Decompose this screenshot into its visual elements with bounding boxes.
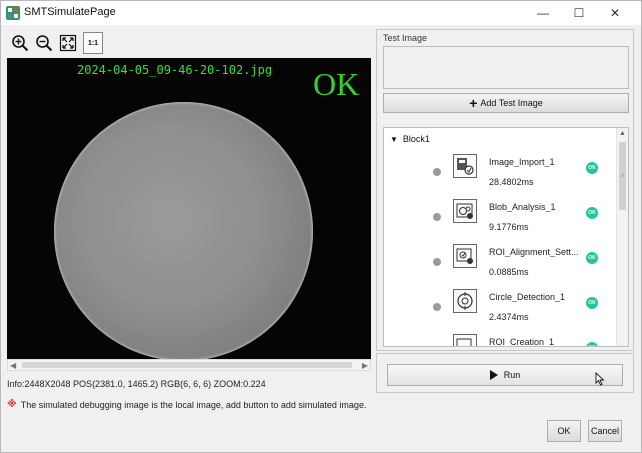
app-icon [6,6,20,20]
tool-row-roi-creation[interactable]: ROI_Creation_1 OK [384,330,616,347]
status-dot [433,258,441,266]
minimize-button[interactable]: — [525,1,561,25]
scroll-up-arrow-icon[interactable]: ▲ [619,130,626,137]
circle-detection-icon [453,289,477,313]
window-title: SMTSimulatePage [24,6,116,18]
maximize-button[interactable]: ☐ [561,1,597,25]
tool-row-circle-detection[interactable]: Circle_Detection_1 2.4374ms OK [384,285,616,329]
horizontal-scrollbar[interactable]: ◀ ▶ [7,359,371,371]
horizontal-scroll-thumb[interactable] [22,362,352,368]
tool-row-blob-analysis[interactable]: Blob_Analysis_1 9.1776ms OK [384,195,616,239]
test-image-box[interactable] [383,46,629,89]
zoom-out-icon [36,35,53,52]
scroll-left-arrow-icon[interactable]: ◀ [10,361,16,370]
tool-time: 2.4374ms [489,312,529,322]
vertical-scroll-thumb[interactable]: ≡ [619,142,626,210]
tool-name: Circle_Detection_1 [489,292,566,302]
blob-analysis-icon [453,199,477,223]
ok-status-badge: OK [586,297,598,309]
image-viewer[interactable]: 2024-04-05_09-46-20-102.jpg OK [7,58,371,359]
vertical-scrollbar[interactable]: ▲ ≡ [616,128,628,346]
ok-status-badge: OK [586,207,598,219]
cancel-button[interactable]: Cancel [588,420,622,442]
warning-icon: ※ [7,399,17,410]
block-tool-list[interactable]: ▼ Block1 Image_Import_1 28.4802ms OK Blo… [383,127,629,347]
fit-to-window-button[interactable] [58,32,78,54]
block-name: Block1 [402,134,430,144]
image-info-text: Info:2448X2048 POS(2381.0, 1465.2) RGB(6… [7,379,266,389]
roi-creation-icon [453,334,477,346]
tool-row-image-import[interactable]: Image_Import_1 28.4802ms OK [384,150,616,194]
expand-triangle-icon[interactable]: ▼ [390,135,398,144]
right-panel: Test Image + Add Test Image ▼ Block1 Ima… [376,29,634,351]
fit-to-window-icon [59,34,77,52]
image-import-icon [453,154,477,178]
zoom-in-icon [12,35,29,52]
block-header[interactable]: ▼ Block1 [390,134,430,144]
tool-name: Blob_Analysis_1 [489,202,556,212]
inspected-image-disc [54,102,313,359]
ok-status-badge: OK [586,162,598,174]
play-icon [489,370,498,380]
tool-row-roi-alignment[interactable]: ROI_Alignment_Sett... 0.0885ms OK [384,240,616,284]
tool-time: 28.4802ms [489,177,534,187]
one-to-one-icon: 1:1 [87,39,99,47]
roi-alignment-icon [453,244,477,268]
ok-status-badge: OK [586,342,598,346]
ok-button[interactable]: OK [547,420,581,442]
tool-time: 9.1776ms [489,222,529,232]
tool-name: ROI_Alignment_Sett... [489,247,579,257]
status-dot [433,213,441,221]
tool-name: ROI_Creation_1 [489,337,555,347]
tool-time: 0.0885ms [489,267,529,277]
zoom-in-button[interactable] [10,32,30,54]
ok-status-badge: OK [586,252,598,264]
mouse-cursor-icon [595,372,605,386]
add-test-image-button[interactable]: + Add Test Image [383,93,629,113]
warning-text: The simulated debugging image is the loc… [20,399,367,410]
zoom-out-button[interactable] [34,32,54,54]
add-test-image-label: Add Test Image [480,98,543,108]
close-button[interactable]: ✕ [597,1,633,25]
run-label: Run [503,370,521,380]
image-result-label: OK [313,66,360,102]
status-dot [433,303,441,311]
scroll-right-arrow-icon[interactable]: ▶ [362,361,368,370]
tool-name: Image_Import_1 [489,157,555,167]
simulate-window: SMTSimulatePage — ☐ ✕ 1:1 2024-04-05_09-… [0,0,642,453]
test-image-label: Test Image [383,33,428,43]
one-to-one-button[interactable]: 1:1 [83,32,103,54]
run-button[interactable]: Run [387,364,623,386]
status-dot [433,168,441,176]
title-bar[interactable]: SMTSimulatePage — ☐ ✕ [1,1,641,25]
warning-message: ※ The simulated debugging image is the l… [7,399,366,410]
image-filename: 2024-04-05_09-46-20-102.jpg [77,63,273,77]
plus-icon: + [469,95,478,111]
